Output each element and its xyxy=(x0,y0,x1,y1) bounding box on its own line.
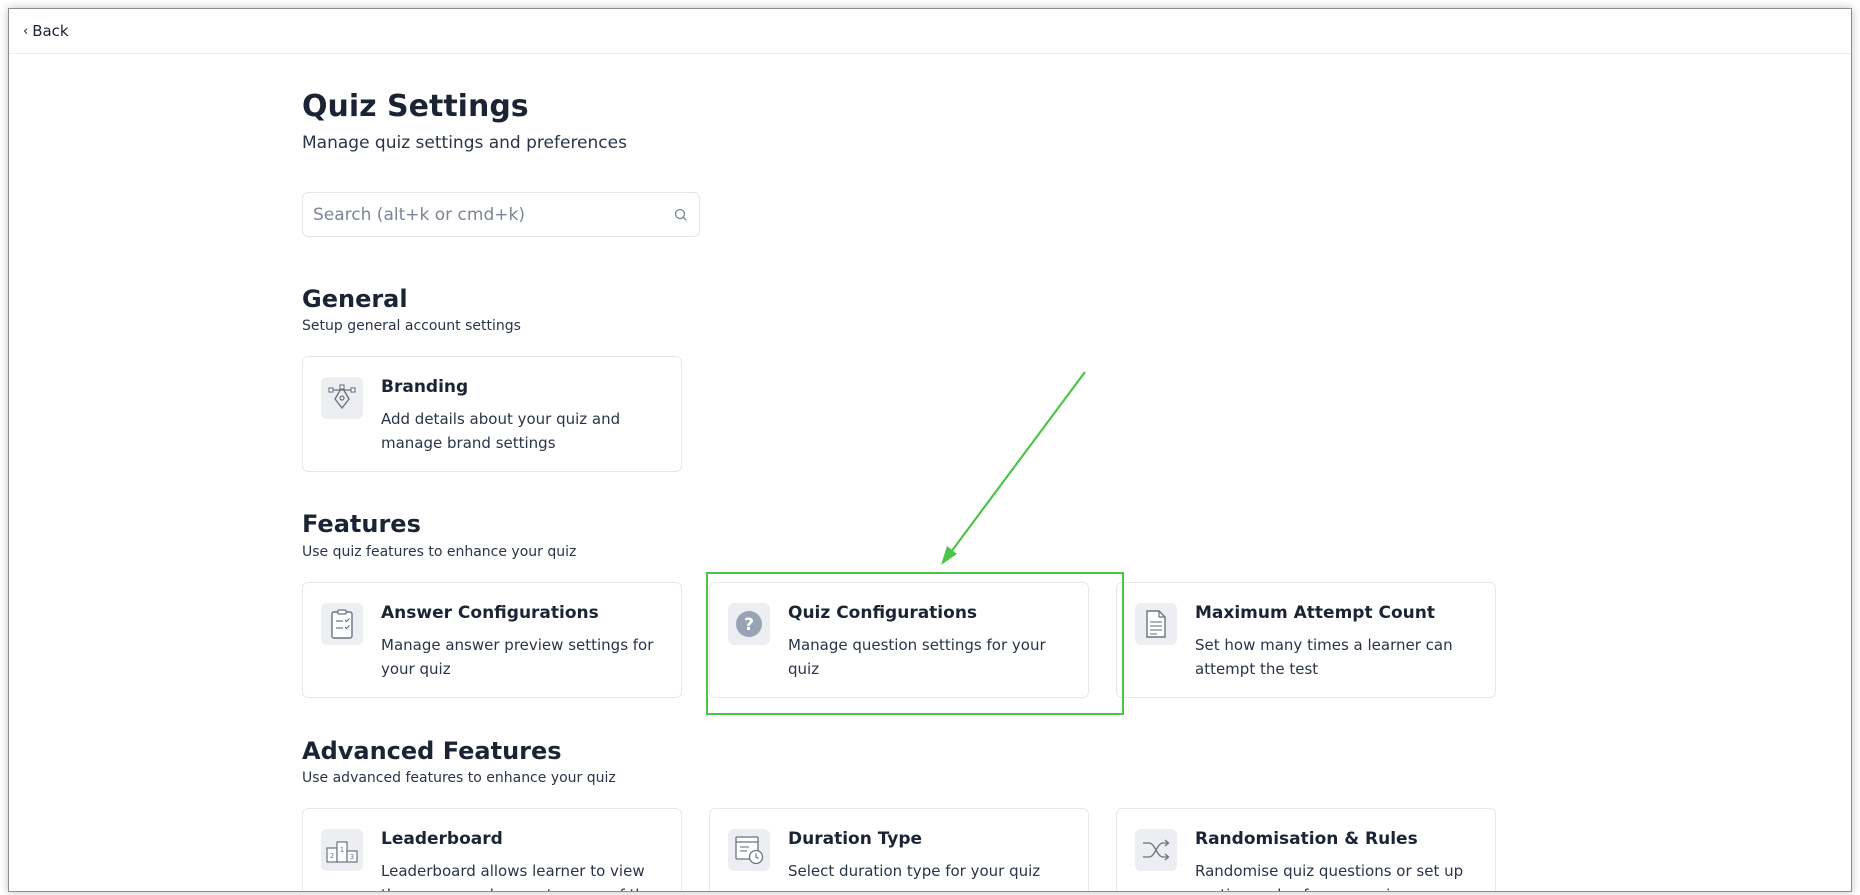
card-description: Select duration type for your quiz xyxy=(788,862,1041,880)
shuffle-icon xyxy=(1135,829,1177,871)
card-quiz-configurations[interactable]: ? Quiz Configurations Manage question se… xyxy=(709,582,1089,698)
card-description: Manage answer preview settings for your … xyxy=(381,636,654,678)
card-title: Duration Type xyxy=(788,829,923,849)
back-button[interactable]: ‹ Back xyxy=(23,22,69,40)
search-input[interactable] xyxy=(313,204,673,225)
question-mark-icon: ? xyxy=(728,603,770,645)
search-box[interactable] xyxy=(302,192,700,237)
podium-label-first: 1 xyxy=(340,846,344,854)
card-branding[interactable]: Branding Add details about your quiz and… xyxy=(302,356,682,472)
card-leaderboard[interactable]: 2 1 3 Leaderboard Leaderboard allows lea… xyxy=(302,808,682,891)
card-description: Randomise quiz questions or set up secti… xyxy=(1195,862,1464,891)
app-window: ‹ Back Quiz Settings Manage quiz setting… xyxy=(8,8,1852,892)
document-icon xyxy=(1135,603,1177,645)
podium-label-second: 2 xyxy=(330,852,334,860)
card-description: Add details about your quiz and manage b… xyxy=(381,410,621,452)
section-title-general: General xyxy=(302,285,408,313)
chevron-left-icon: ‹ xyxy=(23,23,29,39)
podium-icon: 2 1 3 xyxy=(321,829,363,871)
card-description: Manage question settings for your quiz xyxy=(788,636,1046,678)
card-answer-configurations[interactable]: Answer Configurations Manage answer prev… xyxy=(302,582,682,698)
card-duration-type[interactable]: Duration Type Select duration type for y… xyxy=(709,808,1089,891)
section-subtitle-advanced: Use advanced features to enhance your qu… xyxy=(302,770,616,786)
card-description: Leaderboard allows learner to view the n… xyxy=(381,862,659,891)
section-title-advanced: Advanced Features xyxy=(302,737,562,765)
search-icon[interactable] xyxy=(673,207,689,223)
card-title: Quiz Configurations xyxy=(788,603,978,623)
card-title: Answer Configurations xyxy=(381,603,599,623)
section-subtitle-general: Setup general account settings xyxy=(302,318,521,334)
podium-label-third: 3 xyxy=(350,853,354,861)
svg-text:?: ? xyxy=(744,615,754,635)
card-maximum-attempt-count[interactable]: Maximum Attempt Count Set how many times… xyxy=(1116,582,1496,698)
card-title: Leaderboard xyxy=(381,829,503,849)
card-title: Maximum Attempt Count xyxy=(1195,603,1435,623)
card-randomisation-rules[interactable]: Randomisation & Rules Randomise quiz que… xyxy=(1116,808,1496,891)
card-description: Set how many times a learner can attempt… xyxy=(1195,636,1453,678)
clipboard-check-icon xyxy=(321,603,363,645)
pen-tool-icon xyxy=(321,377,363,419)
section-subtitle-features: Use quiz features to enhance your quiz xyxy=(302,544,577,560)
back-label: Back xyxy=(32,22,69,40)
annotation-arrow xyxy=(941,371,1086,565)
top-bar: ‹ Back xyxy=(9,9,1851,54)
timer-icon xyxy=(728,829,770,871)
card-title: Branding xyxy=(381,377,469,397)
page-title: Quiz Settings xyxy=(302,89,529,124)
card-title: Randomisation & Rules xyxy=(1195,829,1418,849)
section-title-features: Features xyxy=(302,510,421,538)
page-subtitle: Manage quiz settings and preferences xyxy=(302,133,627,153)
